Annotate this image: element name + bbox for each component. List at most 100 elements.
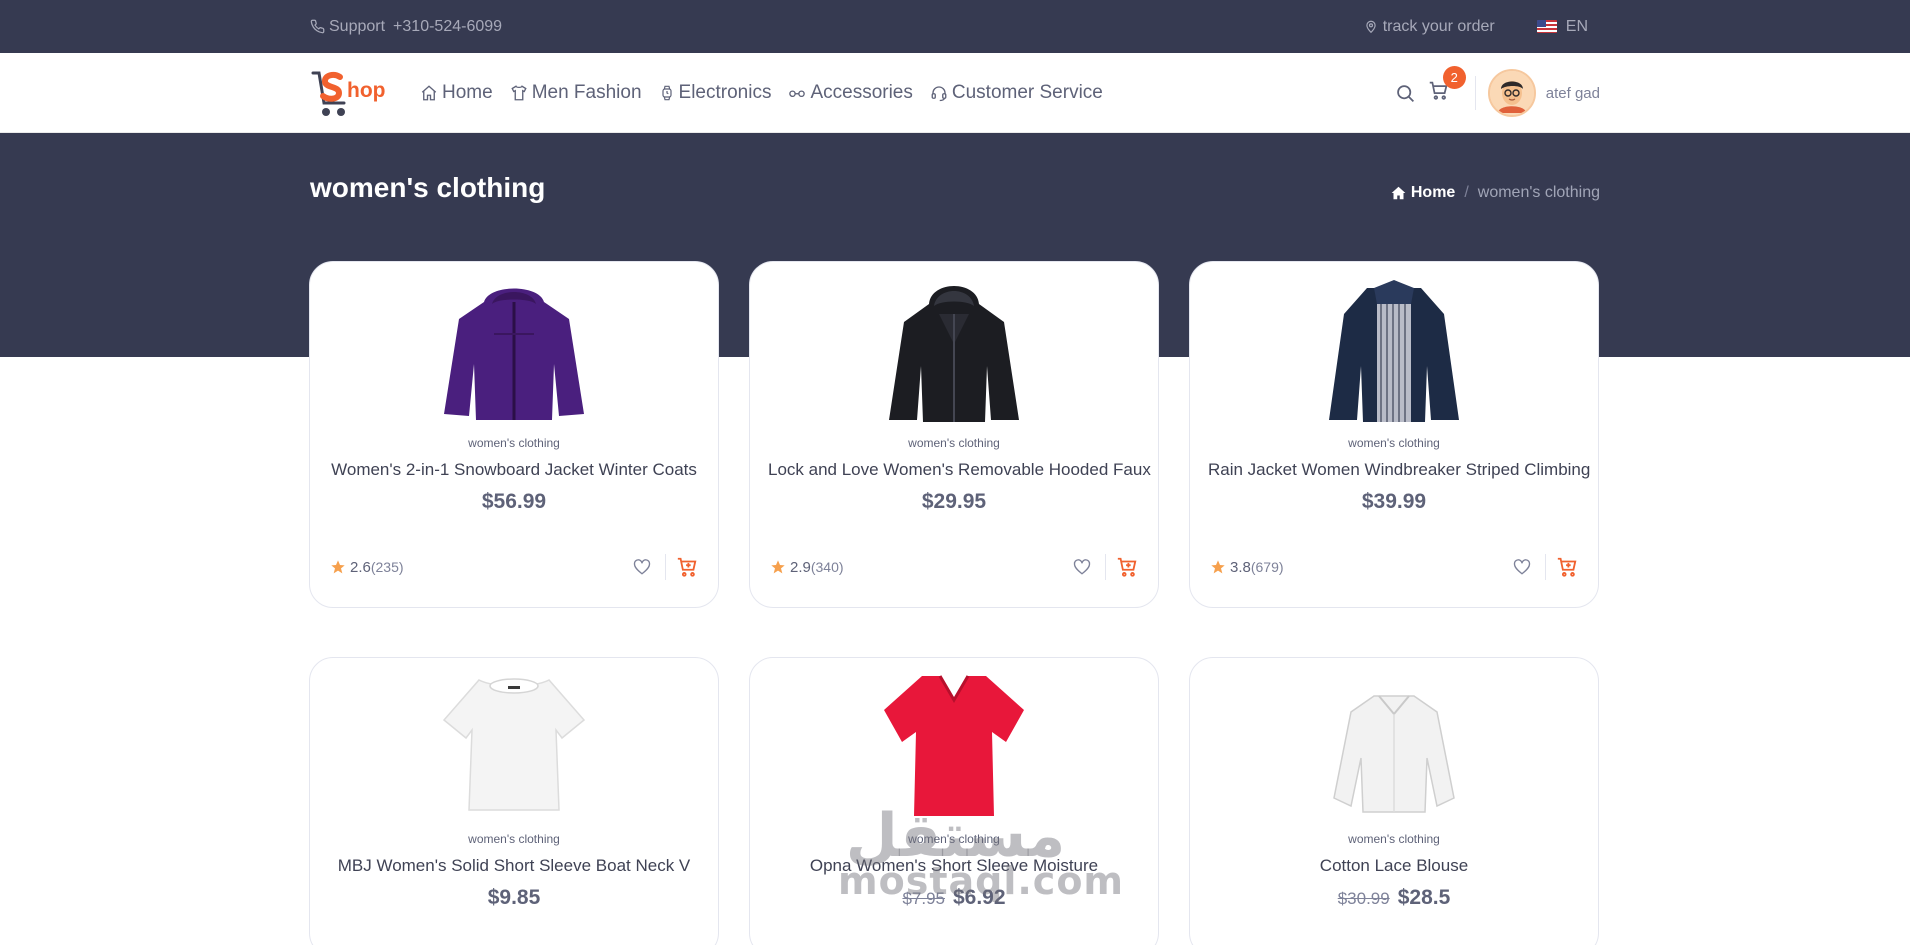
product-title[interactable]: Cotton Lace Blouse <box>1190 856 1598 876</box>
main-nav: Home Men Fashion Electronics Accessories… <box>420 82 1120 104</box>
product-category: women's clothing <box>468 832 560 846</box>
phone-icon <box>310 19 325 34</box>
heart-icon[interactable] <box>1073 558 1091 576</box>
product-title[interactable]: Opna Women's Short Sleeve Moisture <box>750 856 1158 876</box>
product-price: $30.99 $28.5 <box>1190 886 1598 910</box>
breadcrumb-home[interactable]: Home <box>1391 184 1455 202</box>
nav-accessories-label: Accessories <box>810 82 913 103</box>
star-icon <box>331 560 345 574</box>
home-icon <box>421 85 437 101</box>
nav-customer-service[interactable]: Customer Service <box>930 82 1103 104</box>
product-title[interactable]: Rain Jacket Women Windbreaker Striped Cl… <box>1190 460 1598 480</box>
shop-logo-icon <box>311 71 346 116</box>
product-price-value: $28.5 <box>1397 886 1451 909</box>
nav-home-label: Home <box>442 82 493 103</box>
breadcrumb-separator: / <box>1464 184 1469 201</box>
product-category: women's clothing <box>908 436 1000 450</box>
support-phone[interactable]: +310-524-6099 <box>393 18 502 36</box>
product-rating: 2.6 (235) <box>330 559 404 576</box>
shirt-icon <box>511 85 527 101</box>
cart-count-badge: 2 <box>1442 66 1466 89</box>
product-card[interactable]: women's clothing Opna Women's Short Slee… <box>749 657 1159 945</box>
top-bar: Support +310-524-6099 track your order E… <box>0 0 1910 53</box>
search-icon[interactable] <box>1395 83 1416 104</box>
product-price: $7.95 $6.92 <box>750 886 1158 910</box>
product-card[interactable]: women's clothing Cotton Lace Blouse $30.… <box>1189 657 1599 945</box>
jacket-image <box>889 286 1019 422</box>
product-title[interactable]: MBJ Women's Solid Short Sleeve Boat Neck… <box>310 856 718 876</box>
product-image[interactable] <box>310 658 718 818</box>
header-divider <box>1474 76 1476 110</box>
shop-logo-text: hop <box>347 79 386 102</box>
product-price-value: $6.92 <box>952 886 1006 909</box>
product-price: $29.95 <box>750 490 1158 514</box>
product-rating: 3.8 (679) <box>1210 559 1284 576</box>
rating-value: 3.8 <box>1230 558 1251 576</box>
glasses-icon <box>789 90 806 98</box>
product-rating: 2.9 (340) <box>770 559 844 576</box>
product-old-price: $30.99 <box>1337 889 1390 908</box>
product-category: women's clothing <box>1348 832 1440 846</box>
product-card[interactable]: women's clothing MBJ Women's Solid Short… <box>309 657 719 945</box>
heart-icon[interactable] <box>1513 558 1531 576</box>
user-avatar[interactable] <box>1487 69 1536 117</box>
action-divider <box>1105 554 1106 580</box>
rating-value: 2.9 <box>790 558 811 576</box>
rating-count: (235) <box>370 559 404 575</box>
action-divider <box>665 554 666 580</box>
product-price-value: $9.85 <box>487 886 541 909</box>
star-icon <box>1211 560 1225 574</box>
product-price: $9.85 <box>310 886 718 910</box>
product-price: $39.99 <box>1190 490 1598 514</box>
nav-men-fashion[interactable]: Men Fashion <box>510 82 642 104</box>
nav-customer-service-label: Customer Service <box>951 82 1103 103</box>
headset-icon <box>931 86 947 102</box>
product-title[interactable]: Women's 2-in-1 Snowboard Jacket Winter C… <box>310 460 718 480</box>
product-card[interactable]: women's clothing Lock and Love Women's R… <box>749 261 1159 608</box>
add-to-cart-icon[interactable] <box>1116 556 1138 578</box>
breadcrumb-home-label: Home <box>1410 184 1456 201</box>
track-order-link[interactable]: track your order <box>1364 18 1495 36</box>
username[interactable]: atef gad <box>1546 85 1600 102</box>
product-image[interactable] <box>1190 262 1598 422</box>
support-info: Support +310-524-6099 <box>310 18 502 36</box>
action-divider <box>1545 554 1546 580</box>
us-flag-icon <box>1536 20 1557 33</box>
cart-button[interactable]: 2 <box>1428 66 1466 106</box>
product-image[interactable] <box>310 262 718 422</box>
product-title[interactable]: Lock and Love Women's Removable Hooded F… <box>750 460 1158 480</box>
product-price-value: $39.99 <box>1361 490 1427 513</box>
tshirt-image <box>884 675 1024 816</box>
rating-value: 2.6 <box>350 558 371 576</box>
add-to-cart-icon[interactable] <box>1556 556 1578 578</box>
page-title: women's clothing <box>310 172 546 203</box>
product-image[interactable] <box>1190 658 1598 818</box>
nav-electronics-label: Electronics <box>678 82 772 103</box>
product-old-price: $7.95 <box>902 889 945 908</box>
nav-home[interactable]: Home <box>420 82 493 104</box>
home-icon <box>1391 186 1406 200</box>
blouse-image <box>1333 695 1455 813</box>
nav-electronics[interactable]: Electronics <box>659 82 772 104</box>
location-pin-icon <box>1366 20 1376 34</box>
nav-accessories[interactable]: Accessories <box>788 82 913 104</box>
jacket-image <box>1329 280 1459 422</box>
watch-icon <box>661 85 672 101</box>
product-image[interactable] <box>750 262 1158 422</box>
support-label: Support <box>329 17 386 35</box>
product-image[interactable] <box>750 658 1158 818</box>
product-category: women's clothing <box>1348 436 1440 450</box>
product-card[interactable]: women's clothing Rain Jacket Women Windb… <box>1189 261 1599 608</box>
heart-icon[interactable] <box>633 558 651 576</box>
main-header: hop Home Men Fashion Electronics Accesso… <box>0 53 1910 133</box>
rating-count: (679) <box>1250 559 1284 575</box>
product-price: $56.99 <box>310 490 718 514</box>
product-category: women's clothing <box>908 832 1000 846</box>
nav-men-fashion-label: Men Fashion <box>531 82 642 103</box>
product-card[interactable]: women's clothing Women's 2-in-1 Snowboar… <box>309 261 719 608</box>
language-selector[interactable]: EN <box>1536 18 1588 36</box>
add-to-cart-icon[interactable] <box>676 556 698 578</box>
rating-count: (340) <box>810 559 844 575</box>
star-icon <box>771 560 785 574</box>
shop-logo[interactable]: hop <box>310 65 390 121</box>
